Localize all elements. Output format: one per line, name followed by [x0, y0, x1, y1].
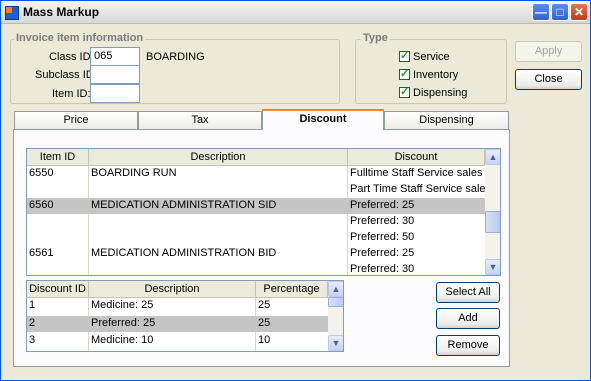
maximize-icon: □	[556, 5, 564, 19]
discount-grid[interactable]: Discount ID Description Percentage 1 Med…	[26, 280, 344, 352]
dispensing-checkbox[interactable]	[399, 85, 410, 98]
discount-id-cell: 3	[29, 334, 36, 346]
percentage-cell: 25	[258, 299, 271, 311]
close-button-label: Close	[534, 73, 563, 85]
scroll-up-button[interactable]: ▲	[485, 149, 500, 165]
table-row[interactable]: Preferred: 50	[27, 230, 485, 246]
table-row[interactable]: 2 Preferred: 25 25	[27, 316, 328, 332]
remove-button[interactable]: Remove	[436, 335, 500, 356]
service-label[interactable]: Service	[413, 51, 450, 63]
items-header-discount[interactable]: Discount	[348, 149, 485, 166]
class-name: BOARDING	[146, 51, 205, 63]
minimize-icon: —	[535, 5, 547, 19]
table-row[interactable]: Preferred: 30	[27, 214, 485, 230]
maximize-button[interactable]: □	[551, 3, 569, 21]
mass-markup-window: Mass Markup — □ ✕ Invoice item informati…	[0, 0, 591, 381]
app-icon	[5, 6, 19, 20]
subclass-id-label: Subclass ID:	[35, 69, 97, 81]
table-row[interactable]: Preferred: 30	[27, 262, 485, 275]
inventory-checkbox[interactable]	[399, 67, 410, 80]
remove-label: Remove	[447, 339, 489, 351]
discount-header-description[interactable]: Description	[89, 281, 256, 298]
item-id-cell: 6550	[29, 167, 54, 179]
discount-description-cell: Medicine: 25	[91, 299, 154, 311]
discount-cell: Preferred: 30	[350, 263, 415, 275]
item-id-field[interactable]	[90, 84, 140, 103]
type-group-label: Type	[361, 32, 390, 44]
tab-dispensing-label: Dispensing	[419, 114, 474, 126]
title-bar[interactable]: Mass Markup — □ ✕	[1, 1, 590, 24]
scroll-down-icon: ▼	[488, 262, 498, 272]
description-cell: MEDICATION ADMINISTRATION SID	[91, 199, 277, 211]
table-row[interactable]: 3 Medicine: 10 10	[27, 333, 328, 349]
scroll-thumb[interactable]	[328, 297, 343, 307]
tab-tax[interactable]: Tax	[138, 111, 262, 129]
percentage-cell: 25	[258, 317, 271, 329]
discount-header-percentage[interactable]: Percentage	[256, 281, 328, 298]
tab-tax-label: Tax	[191, 114, 209, 126]
items-header-description[interactable]: Description	[89, 149, 348, 166]
scroll-down-button[interactable]: ▼	[328, 335, 343, 351]
percentage-cell: 10	[258, 334, 271, 346]
table-row[interactable]: 6560 MEDICATION ADMINISTRATION SID Prefe…	[27, 198, 485, 214]
description-cell: MEDICATION ADMINISTRATION BID	[91, 247, 277, 259]
discount-cell: Preferred: 25	[350, 247, 415, 259]
discount-header-id[interactable]: Discount ID	[27, 281, 89, 298]
discount-cell: Preferred: 30	[350, 215, 415, 227]
description-cell: BOARDING RUN	[91, 167, 177, 179]
class-id-label: Class ID:	[49, 51, 94, 63]
discount-cell: Fulltime Staff Service sales	[350, 167, 483, 179]
tab-price-label: Price	[63, 114, 89, 126]
close-window-button[interactable]: ✕	[570, 3, 588, 21]
dispensing-label[interactable]: Dispensing	[413, 87, 467, 99]
discount-id-cell: 1	[29, 299, 36, 311]
discount-cell: Preferred: 50	[350, 231, 415, 243]
discount-cell: Part Time Staff Service sales	[350, 183, 492, 195]
close-button[interactable]: Close	[515, 69, 582, 90]
discount-description-cell: Preferred: 25	[91, 317, 156, 329]
apply-button-label: Apply	[534, 45, 563, 57]
scroll-up-button[interactable]: ▲	[328, 281, 343, 297]
service-checkbox[interactable]	[399, 49, 410, 62]
table-row[interactable]: 6561 MEDICATION ADMINISTRATION BID Prefe…	[27, 246, 485, 262]
add-label: Add	[458, 312, 478, 324]
close-icon: ✕	[573, 5, 585, 19]
select-all-button[interactable]: Select All	[436, 282, 500, 303]
tab-discount[interactable]: Discount	[262, 109, 384, 130]
table-row[interactable]: 1 Medicine: 25 25	[27, 298, 328, 314]
window-title: Mass Markup	[23, 5, 100, 19]
tab-discount-label: Discount	[299, 113, 347, 125]
apply-button[interactable]: Apply	[515, 41, 582, 62]
discount-vertical-scrollbar[interactable]: ▲ ▼	[328, 281, 343, 351]
add-button[interactable]: Add	[436, 308, 500, 329]
items-header-item-id[interactable]: Item ID	[27, 149, 89, 166]
table-row[interactable]: 6550 BOARDING RUN Fulltime Staff Service…	[27, 166, 485, 182]
table-row[interactable]: Part Time Staff Service sales	[27, 182, 491, 198]
class-id-field[interactable]: 065	[90, 47, 140, 66]
minimize-button[interactable]: —	[532, 3, 550, 21]
discount-description-cell: Medicine: 10	[91, 334, 154, 346]
discount-tab-panel: Item ID Description Discount 6550 BOARDI…	[13, 129, 510, 367]
tab-price[interactable]: Price	[14, 111, 138, 129]
select-all-label: Select All	[445, 286, 491, 298]
inventory-label[interactable]: Inventory	[413, 69, 458, 81]
class-id-value: 065	[94, 50, 113, 62]
items-vertical-scrollbar[interactable]: ▲ ▼	[485, 149, 500, 275]
item-id-cell: 6561	[29, 247, 54, 259]
scroll-down-icon: ▼	[331, 338, 341, 348]
items-grid[interactable]: Item ID Description Discount 6550 BOARDI…	[26, 148, 501, 276]
scroll-down-button[interactable]: ▼	[485, 259, 500, 275]
invoice-item-group-label: Invoice item information	[14, 32, 146, 44]
discount-cell: Preferred: 25	[350, 199, 415, 211]
item-id-label: Item ID:	[52, 88, 91, 100]
subclass-id-field[interactable]	[90, 65, 140, 84]
scroll-up-icon: ▲	[331, 284, 341, 294]
item-id-cell: 6560	[29, 199, 54, 211]
discount-id-cell: 2	[29, 317, 36, 329]
tab-dispensing[interactable]: Dispensing	[384, 111, 509, 129]
scroll-thumb[interactable]	[485, 211, 500, 233]
scroll-up-icon: ▲	[488, 152, 498, 162]
